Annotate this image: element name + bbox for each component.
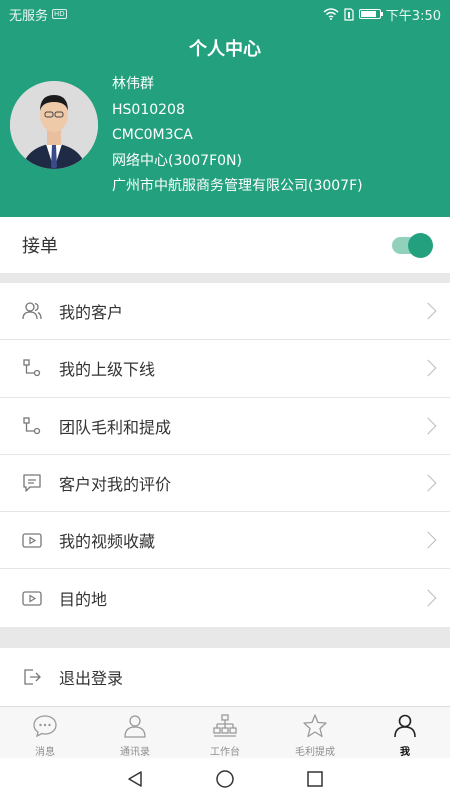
tab-label: 工作台 (210, 747, 240, 758)
system-nav-bar (0, 758, 450, 800)
menu-item-video-favorites[interactable]: 我的视频收藏 (0, 512, 450, 570)
profile-code: CMC0M3CA (112, 127, 193, 143)
menu-item-label: 我的上级下线 (59, 360, 156, 380)
sim-card-icon (344, 7, 354, 21)
chevron-right-icon (419, 589, 437, 607)
chevron-right-icon (419, 417, 437, 435)
person-icon (391, 712, 419, 740)
status-bar: 无服务 HD 下午3:50 (0, 0, 450, 28)
sim-badge: HD (52, 9, 67, 19)
carrier-text: 无服务 (9, 8, 49, 24)
hierarchy-icon (21, 357, 43, 379)
menu-item-label: 我的视频收藏 (59, 532, 156, 552)
logout-button[interactable]: 退出登录 (0, 648, 450, 706)
profile-company: 广州市中航服商务管理有限公司(3007F) (112, 178, 363, 194)
star-icon (301, 712, 329, 740)
menu-item-destination[interactable]: 目的地 (0, 569, 450, 626)
tab-label: 通讯录 (120, 747, 150, 758)
chevron-right-icon (419, 302, 437, 320)
accept-orders-toggle[interactable] (392, 232, 433, 258)
tab-profit-commission[interactable]: 毛利提成 (270, 707, 360, 758)
chat-icon (31, 712, 59, 740)
profile-employee-id: HS010208 (112, 101, 185, 118)
home-icon[interactable] (215, 769, 235, 789)
video-icon (21, 587, 43, 609)
tab-workbench[interactable]: 工作台 (180, 707, 270, 758)
profile-info: 林伟群 HS010208 CMC0M3CA 网络中心(3007F0N) 广州市中… (112, 72, 363, 200)
tab-label: 毛利提成 (295, 747, 335, 758)
battery-icon (358, 9, 383, 19)
menu-item-my-customers[interactable]: 我的客户 (0, 283, 450, 341)
back-icon[interactable] (125, 769, 145, 789)
chevron-right-icon (419, 531, 437, 549)
menu-item-customer-reviews[interactable]: 客户对我的评价 (0, 455, 450, 513)
menu-item-label: 目的地 (59, 590, 108, 610)
menu-list: 我的客户 我的上级下线 团队毛利和提成 客户对我的评价 我的视频收藏 目的地 (0, 283, 450, 627)
contacts-icon (121, 712, 149, 740)
hierarchy-icon (21, 415, 43, 437)
page-title: 个人中心 (189, 39, 261, 60)
tab-messages[interactable]: 消息 (0, 707, 90, 758)
menu-item-label: 我的客户 (59, 303, 124, 323)
accept-orders-row: 接单 (0, 217, 450, 273)
profile-header: 个人中心 林伟群 HS010208 CMC0M3CA 网络中心(3007F0N)… (0, 28, 450, 217)
video-icon (21, 529, 43, 551)
chevron-right-icon (419, 474, 437, 492)
bottom-tab-bar: 消息 通讯录 工作台 毛利提成 我 (0, 706, 450, 758)
profile-name: 林伟群 (112, 76, 154, 92)
logout-icon (21, 666, 43, 688)
accept-orders-label: 接单 (22, 236, 58, 257)
avatar[interactable] (10, 81, 98, 169)
tab-contacts[interactable]: 通讯录 (90, 707, 180, 758)
chevron-right-icon (419, 359, 437, 377)
toggle-knob (408, 232, 433, 258)
menu-item-team-profit[interactable]: 团队毛利和提成 (0, 398, 450, 455)
recents-icon[interactable] (305, 769, 325, 789)
logout-label: 退出登录 (59, 669, 124, 688)
tab-label: 消息 (35, 747, 55, 758)
workbench-icon (211, 712, 239, 740)
menu-item-label: 客户对我的评价 (59, 475, 172, 495)
comment-icon (21, 472, 43, 494)
tab-label: 我 (400, 747, 410, 758)
users-icon (21, 300, 43, 322)
tab-me[interactable]: 我 (360, 707, 450, 758)
menu-item-upline-downline[interactable]: 我的上级下线 (0, 340, 450, 398)
menu-item-label: 团队毛利和提成 (59, 417, 172, 437)
status-time: 下午3:50 (385, 8, 441, 24)
wifi-icon (323, 8, 339, 20)
profile-department: 网络中心(3007F0N) (112, 152, 242, 169)
